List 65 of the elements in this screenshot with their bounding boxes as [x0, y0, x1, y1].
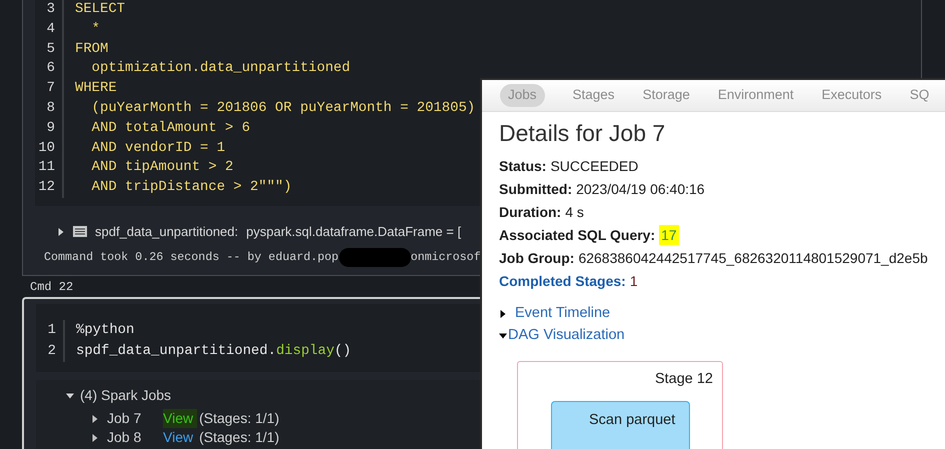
code-line: AND totalAmount > 6	[90, 118, 252, 138]
nav-tab[interactable]: Stages	[572, 85, 615, 106]
caret-down-icon[interactable]	[66, 392, 74, 400]
caret-right-icon[interactable]	[91, 414, 99, 422]
page-title: Details for Job 7	[499, 119, 666, 147]
cell-label: Cmd 22	[30, 279, 74, 296]
line-number: 5	[46, 40, 55, 59]
line-number: 9	[46, 118, 55, 138]
line-number: 6	[46, 59, 55, 78]
line-number: 2	[48, 342, 56, 361]
completed-stages-link[interactable]: Completed Stages:	[499, 271, 626, 291]
line-number: 8	[46, 98, 55, 118]
caret-down-icon[interactable]	[499, 332, 507, 340]
detail-value: SUCCEEDED	[550, 157, 638, 176]
spark-jobs-label[interactable]: (4) Spark Jobs	[80, 385, 172, 406]
job-name: Job 8	[107, 428, 142, 447]
job-stages: (Stages: 1/1)	[199, 409, 280, 428]
line-number: 10	[38, 138, 55, 158]
detail-value: 2023/04/19 06:40:16	[576, 180, 705, 199]
view-link[interactable]: View	[163, 409, 198, 428]
caret-right-icon[interactable]	[499, 310, 507, 318]
result-type: pyspark.sql.dataframe.DataFrame = [	[246, 222, 462, 241]
detail-value: 4 s	[565, 203, 584, 222]
nav-tab[interactable]: Executors	[822, 85, 882, 106]
detail-label: Job Group:	[499, 249, 574, 268]
result-name: spdf_data_unpartitioned:	[95, 222, 238, 241]
command-info-suffix: onmicrosof	[410, 249, 481, 266]
caret-right-icon[interactable]	[91, 434, 99, 442]
code-line: optimization.data_unpartitioned	[90, 59, 352, 78]
code-line: %python	[76, 321, 136, 340]
detail-label: Associated SQL Query:	[499, 226, 656, 245]
nav-tab[interactable]: Storage	[642, 85, 690, 106]
code-line: (puYearMonth = 201806 OR puYearMonth = 201805)	[90, 98, 476, 118]
command-info: Command took 0.26 seconds -- by eduard.pop	[44, 249, 339, 266]
code-line: *	[90, 20, 102, 39]
detail-label: Duration:	[499, 203, 562, 222]
code-line: AND tripDistance > 2""")	[90, 178, 293, 198]
code-line: AND tipAmount > 2	[90, 158, 234, 178]
scan-node: Scan parquet	[551, 401, 690, 449]
job-name: Job 7	[107, 409, 142, 428]
job-stages: (Stages: 1/1)	[199, 428, 280, 447]
completed-stages-count: 1	[630, 272, 638, 291]
code-line: SELECT	[75, 0, 126, 19]
section-link[interactable]: Event Timeline	[515, 304, 610, 323]
section-link[interactable]: DAG Visualization	[508, 326, 625, 345]
view-link[interactable]: View	[163, 428, 198, 447]
stage-label: Stage 12	[654, 370, 713, 388]
detail-label: Status:	[499, 157, 546, 176]
line-number: 4	[46, 20, 55, 39]
line-number: 12	[38, 178, 55, 198]
line-number: 7	[46, 79, 55, 98]
detail-label: Submitted:	[499, 180, 572, 199]
caret-right-icon[interactable]	[57, 228, 65, 236]
code-line: WHERE	[75, 79, 118, 98]
code-line: spdf_data_unpartitioned.display()	[76, 342, 352, 361]
line-number: 11	[38, 158, 55, 178]
line-number: 1	[48, 321, 56, 340]
nav-tab[interactable]: Environment	[718, 85, 794, 106]
code-line: AND vendorID = 1	[90, 138, 226, 158]
detail-value: 17	[659, 225, 679, 245]
line-number: 3	[46, 0, 55, 19]
code-line: FROM	[75, 40, 110, 59]
nav-tab[interactable]: SQ	[910, 85, 930, 106]
detail-value: 6268386042442517745_6826320114801529071_d2e5b	[578, 249, 928, 268]
table-icon	[73, 226, 87, 238]
